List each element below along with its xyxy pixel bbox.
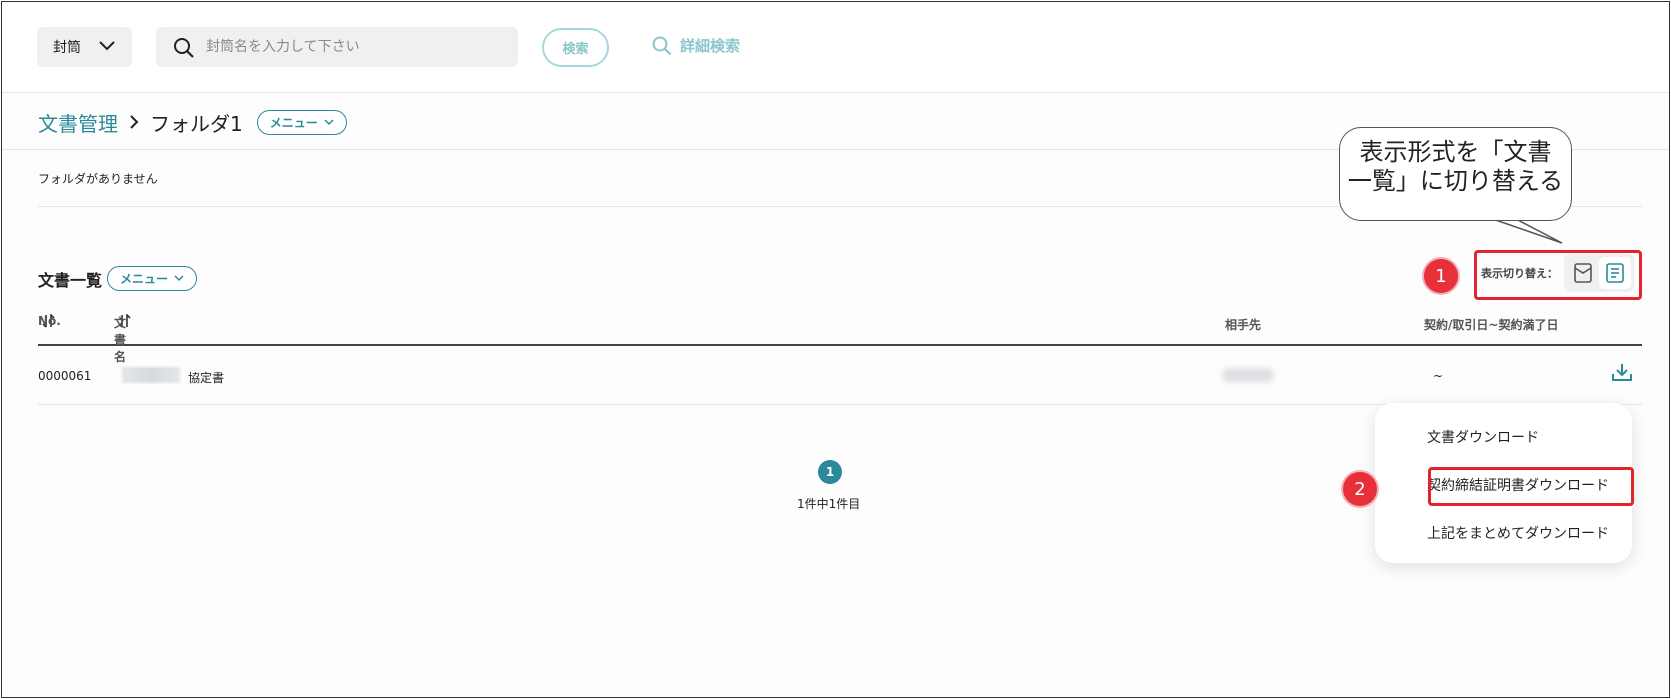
column-header-no[interactable]: No. xyxy=(38,314,61,328)
breadcrumb-current: フォルダ1 xyxy=(150,112,243,136)
row-number: 0000061 xyxy=(38,369,92,383)
search-button[interactable]: 検索 xyxy=(542,28,609,67)
column-header-no-label: No. xyxy=(38,314,61,328)
annotation-marker-1: 1 xyxy=(1422,257,1460,295)
document-list-menu-button[interactable]: メニュー xyxy=(107,266,198,291)
pagination-count: 1件中1件目 xyxy=(797,497,861,511)
chevron-down-icon xyxy=(174,275,184,282)
search-bar: 封筒 検索 詳細検索 xyxy=(2,2,1669,93)
breadcrumb: 文書管理 フォルダ1 メニュー xyxy=(38,108,347,137)
envelope-type-select[interactable]: 封筒 xyxy=(37,27,132,67)
chevron-down-icon xyxy=(324,119,334,126)
search-icon xyxy=(174,38,194,58)
breadcrumb-separator xyxy=(128,111,140,135)
folder-menu-label: メニュー xyxy=(269,116,318,130)
table-row[interactable]: 0000061 協定書 ~ xyxy=(38,347,1642,405)
download-icon xyxy=(1612,364,1632,381)
redacted-partner xyxy=(1223,368,1273,382)
annotation-highlight-view-toggle xyxy=(1474,250,1642,300)
download-all-item[interactable]: 上記をまとめてダウンロード xyxy=(1427,523,1609,543)
type-select-label: 封筒 xyxy=(53,40,81,56)
search-field[interactable] xyxy=(156,27,518,67)
row-document-name[interactable]: 協定書 xyxy=(188,369,224,386)
breadcrumb-root[interactable]: 文書管理 xyxy=(38,108,118,137)
callout-line-1: 表示形式を「文書 xyxy=(1359,138,1552,166)
chevron-down-icon xyxy=(99,41,115,51)
app-window: 封筒 検索 詳細検索 文書管理 フォルダ1 メニュー フォルダがありません 文書… xyxy=(1,1,1670,698)
document-list-menu-label: メニュー xyxy=(120,272,169,286)
download-document-item[interactable]: 文書ダウンロード xyxy=(1427,427,1539,447)
annotation-highlight-certificate xyxy=(1428,467,1634,506)
annotation-marker-2: 2 xyxy=(1341,470,1379,508)
column-header-date: 契約/取引日~契約満了日 xyxy=(1424,318,1559,332)
search-icon xyxy=(652,36,672,55)
advanced-search-label: 詳細検索 xyxy=(680,37,741,55)
pagination-page-1[interactable]: 1 xyxy=(818,460,842,484)
document-list-label: 文書一覧 xyxy=(38,270,103,290)
callout-line-2: 一覧」に切り替える xyxy=(1347,167,1564,195)
redacted-text xyxy=(122,367,180,383)
advanced-search-link[interactable]: 詳細検索 xyxy=(652,35,740,56)
download-button[interactable] xyxy=(1611,362,1633,385)
row-date-range: ~ xyxy=(1433,369,1444,383)
search-input[interactable] xyxy=(206,27,506,67)
chevron-right-icon xyxy=(130,114,139,129)
document-list-title: 文書一覧 メニュー xyxy=(38,266,198,291)
column-header-name[interactable]: 文書名 xyxy=(114,314,132,364)
empty-folder-message: フォルダがありません xyxy=(38,172,158,186)
table-header: No. 文書名 相手先 契約/取引日~契約満了日 xyxy=(38,314,1642,364)
folder-menu-button[interactable]: メニュー xyxy=(256,110,347,135)
annotation-callout: 表示形式を「文書 一覧」に切り替える xyxy=(1339,127,1572,221)
column-header-partner: 相手先 xyxy=(1225,318,1262,332)
